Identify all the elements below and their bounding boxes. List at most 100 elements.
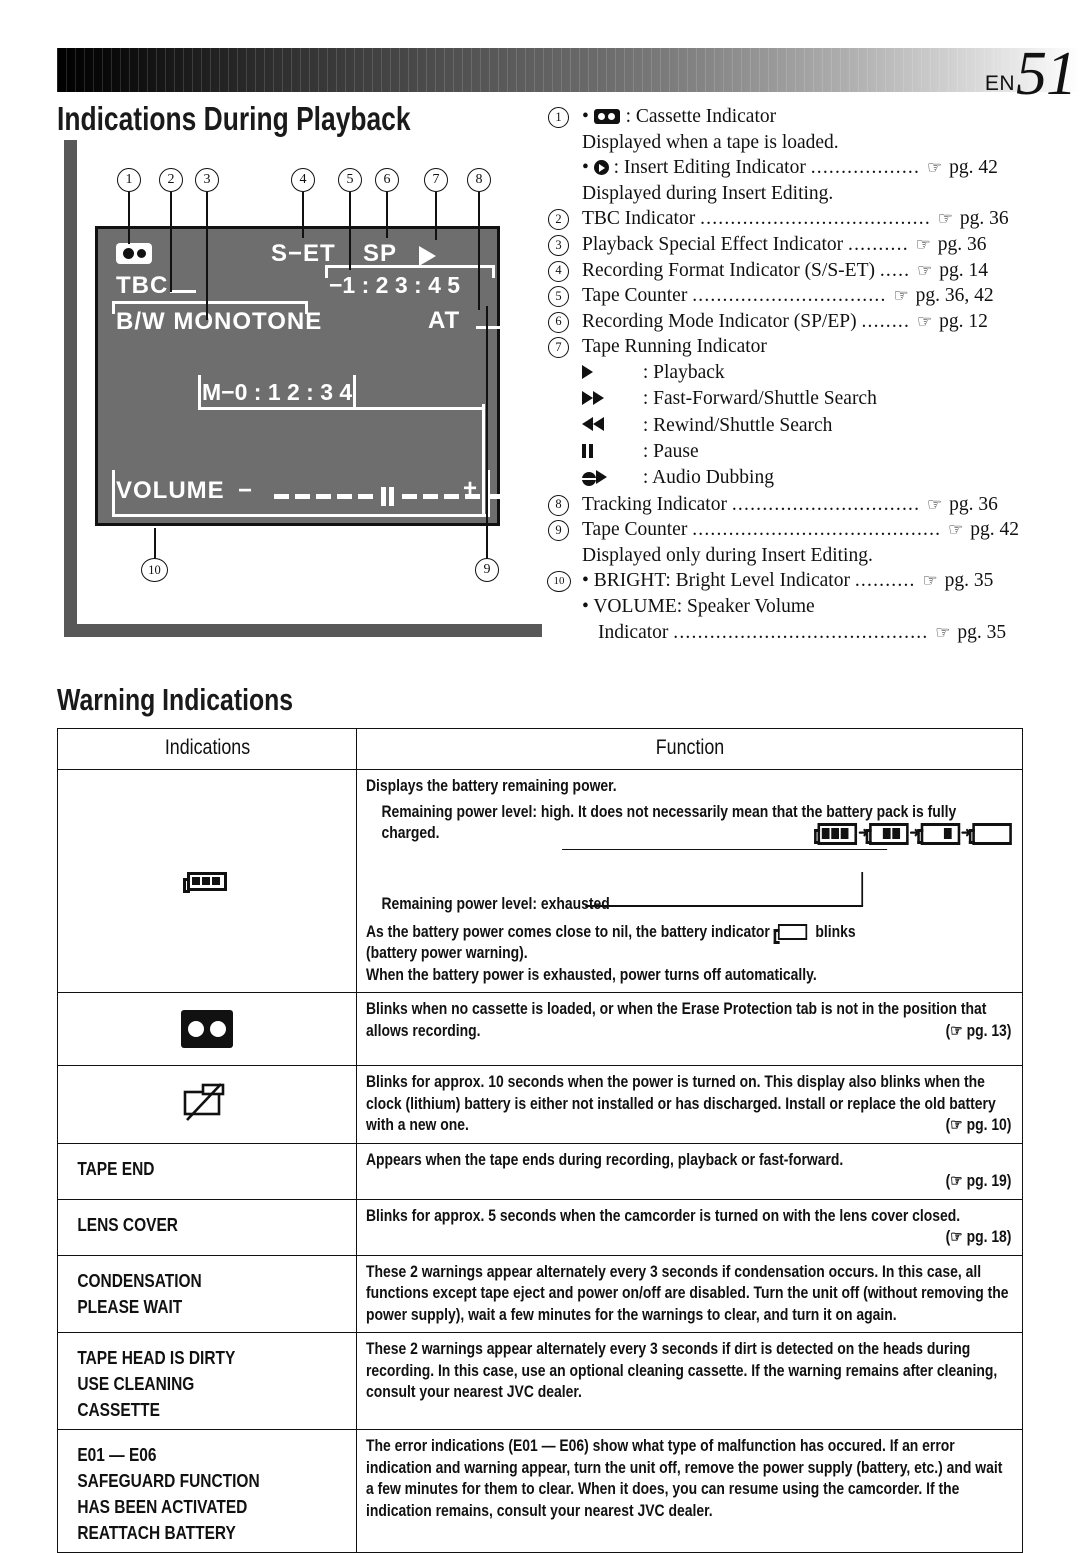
legend-text-10: • BRIGHT: Bright Level Indicator xyxy=(582,570,850,592)
callout-2: 2 xyxy=(159,168,183,192)
tbc-hook xyxy=(170,281,196,293)
legend-dots-2: ...................................... xyxy=(700,208,931,230)
pointing-hand-icon: ☞ xyxy=(926,158,942,178)
legend-pg-9: pg. 42 xyxy=(970,519,1020,541)
tape-head-label: TAPE HEAD IS DIRTY USE CLEANING CASSETTE xyxy=(77,1348,236,1420)
function-cell-clock-battery: Blinks for approx. 10 seconds when the p… xyxy=(356,1065,1023,1144)
tape-running-indicator-icon xyxy=(419,246,436,266)
battery-level-2-icon xyxy=(865,822,909,845)
recording-mode-indicator: SP xyxy=(363,240,398,267)
running-mode-ff: : Fast-Forward/Shuttle Search xyxy=(548,386,1048,412)
warning-indications-table: Indications Function Displays the batter… xyxy=(57,728,1023,1553)
indication-cell-condensation: CONDENSATION PLEASE WAIT xyxy=(57,1254,357,1333)
legend-pg-5: pg. 36, 42 xyxy=(915,285,994,307)
error-codes-function-text: The error indications (E01 — E06) show w… xyxy=(366,1437,1003,1520)
insert-counter-lead xyxy=(347,404,485,410)
running-mode-label-1: : Fast-Forward/Shuttle Search xyxy=(642,388,877,410)
legend-dots-4: ..... xyxy=(879,259,911,281)
callout-line-6 xyxy=(386,192,388,238)
legend-bullet-8: 8 xyxy=(548,494,569,516)
callout-line-2 xyxy=(170,192,172,292)
legend-dots-3: .......... xyxy=(848,233,909,255)
callout-line-10 xyxy=(154,528,156,560)
callout-7: 7 xyxy=(424,168,448,192)
table-row: Displays the battery remaining power. Re… xyxy=(57,769,1023,993)
page-header: EN 51 xyxy=(57,40,1080,108)
pointing-hand-icon: ☞ xyxy=(927,494,942,514)
bullet-dot: • xyxy=(582,157,589,179)
table-row: Blinks for approx. 10 seconds when the p… xyxy=(57,1065,1023,1144)
tracking-hook xyxy=(476,317,506,329)
callout-9: 9 xyxy=(475,558,499,582)
legend-item-4: 4 Recording Format Indicator (S/S-ET) ..… xyxy=(548,258,1048,284)
table-row: CONDENSATION PLEASE WAIT These 2 warning… xyxy=(57,1254,1023,1333)
callout-4: 4 xyxy=(291,168,315,192)
cassette-icon xyxy=(593,109,620,124)
callout-8: 8 xyxy=(467,168,491,192)
legend-text-5: Tape Counter xyxy=(582,285,688,307)
header-stripe-overlay xyxy=(57,48,1080,92)
legend-pg-4: pg. 14 xyxy=(939,259,988,281)
callout-line-1 xyxy=(128,192,130,244)
running-mode-label-3: : Pause xyxy=(642,440,699,462)
cassette-function-text: Blinks when no cassette is loaded, or wh… xyxy=(366,999,1011,1042)
battery-level-1-icon xyxy=(917,822,961,845)
legend-bullet-1: 1 xyxy=(548,107,569,128)
legend-text-2: TBC Indicator xyxy=(582,208,696,230)
pointing-hand-icon: ☞ xyxy=(935,622,950,642)
pointing-hand-icon: ☞ xyxy=(937,209,953,229)
indication-cell-lens-cover: LENS COVER xyxy=(57,1198,357,1256)
lens-cover-function-text: Blinks for approx. 5 seconds when the ca… xyxy=(366,1206,1011,1247)
legend-dots-5: ................................ xyxy=(692,285,887,307)
legend-text-1b: : Insert Editing Indicator xyxy=(613,157,806,179)
cassette-indicator-icon xyxy=(116,243,152,264)
legend-bullet-2: 2 xyxy=(548,209,569,231)
legend-item-5: 5 Tape Counter .........................… xyxy=(548,283,1048,309)
legend-bullet-4: 4 xyxy=(548,260,569,282)
running-mode-dub: : Audio Dubbing xyxy=(548,465,1048,491)
pause-icon xyxy=(582,440,638,466)
tape-end-label: TAPE END xyxy=(77,1158,155,1179)
running-mode-rew: : Rewind/Shuttle Search xyxy=(548,413,1048,439)
legend-pg-8: pg. 36 xyxy=(949,493,998,515)
callout-10: 10 xyxy=(141,558,168,582)
condensation-label: CONDENSATION PLEASE WAIT xyxy=(77,1270,202,1317)
pointing-hand-icon: ☞ xyxy=(948,520,963,540)
pointing-hand-icon: ☞ xyxy=(893,286,908,306)
legend-subtext-1: Displayed when a tape is loaded. xyxy=(582,131,839,153)
callout-line-7 xyxy=(435,192,437,240)
legend-bullet-7: 7 xyxy=(548,337,569,359)
table-row: E01 — E06 SAFEGUARD FUNCTION HAS BEEN AC… xyxy=(57,1429,1023,1553)
callout-line-8 xyxy=(478,192,480,310)
legend-bullet-6: 6 xyxy=(548,311,569,333)
error-codes-label: E01 — E06 SAFEGUARD FUNCTION HAS BEEN AC… xyxy=(77,1445,260,1543)
col-header-indications: Indications xyxy=(79,728,335,770)
running-mode-pause: : Pause xyxy=(548,439,1048,465)
clock-battery-glyph xyxy=(183,1083,225,1121)
callout-line-9 xyxy=(486,306,488,560)
function-cell-battery: Displays the battery remaining power. Re… xyxy=(356,769,1023,993)
battery-full-icon xyxy=(183,871,227,893)
table-row: LENS COVER Blinks for approx. 5 seconds … xyxy=(57,1198,1023,1256)
tape-end-function-text: Appears when the tape ends during record… xyxy=(366,1150,1011,1193)
cassette-pg-ref: (☞ pg. 13) xyxy=(945,1021,1012,1040)
legend-text-10c: Indicator xyxy=(598,621,669,643)
tape-head-function-text: These 2 warnings appear alternately ever… xyxy=(366,1340,998,1401)
legend-dots-10c: ........................................… xyxy=(673,621,929,643)
legend-item-9: 9 Tape Counter .........................… xyxy=(548,517,1048,543)
indication-cell-battery xyxy=(57,769,357,993)
cassette-warning-icon xyxy=(181,1010,233,1048)
table-row: TAPE HEAD IS DIRTY USE CLEANING CASSETTE… xyxy=(57,1332,1023,1430)
callout-line-4 xyxy=(302,192,304,238)
lens-cover-text: Blinks for approx. 5 seconds when the ca… xyxy=(366,1206,961,1225)
legend-item-3: 3 Playback Special Effect Indicator ....… xyxy=(548,232,1048,258)
callout-line-3 xyxy=(206,192,208,320)
clock-battery-text: Blinks for approx. 10 seconds when the p… xyxy=(366,1073,996,1134)
indication-cell-cassette xyxy=(57,992,357,1066)
legend-text-4: Recording Format Indicator (S/S-ET) xyxy=(582,259,875,281)
legend-pg-10c: pg. 35 xyxy=(957,621,1007,643)
legend-pg-1b: pg. 42 xyxy=(949,157,998,179)
fast-forward-icon xyxy=(582,387,638,413)
table-header-row: Indications Function xyxy=(58,728,1023,770)
cassette-text: Blinks when no cassette is loaded, or wh… xyxy=(366,1000,987,1040)
